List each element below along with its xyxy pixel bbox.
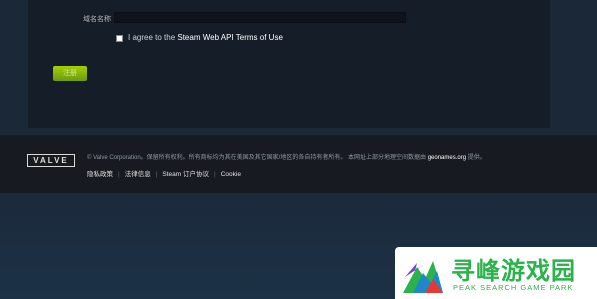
agree-checkbox[interactable] [116,35,123,42]
watermark-subtitle: PEAK SEARCH GAME PARK [453,283,574,292]
footer: VALVE © Valve Corporation。保留所有权利。所有商标均为其… [0,135,597,193]
agree-prefix: I agree to the [128,33,178,42]
legal-link[interactable]: 法律信息 [125,171,151,178]
separator: | [118,171,120,178]
agree-text: I agree to the Steam Web API Terms of Us… [128,33,283,42]
separator: | [214,171,216,178]
subscriber-agreement-link[interactable]: Steam 订户协议 [162,171,209,178]
cookie-link[interactable]: Cookie [221,171,241,178]
copyright-text: © Valve Corporation。保留所有权利。所有商标均为其在美国及其它… [87,152,587,161]
watermark: 寻峰游戏园 PEAK SEARCH GAME PARK [395,247,597,299]
separator: | [155,171,158,178]
mountain-logo-icon [403,261,443,293]
copyright-main: © Valve Corporation。保留所有权利。所有商标均为其在美国及其它… [87,155,428,161]
valve-logo[interactable]: VALVE [27,154,75,167]
domain-input[interactable] [114,12,406,23]
copyright-suffix: 提供。 [466,155,486,161]
terms-link[interactable]: Steam Web API Terms of Use [177,33,283,42]
watermark-title: 寻峰游戏园 [451,258,576,285]
privacy-link[interactable]: 隐私政策 [87,171,113,178]
domain-label: 域名名称 [83,16,111,23]
geonames-link[interactable]: geonames.org [428,155,466,161]
register-button[interactable]: 注册 [53,66,87,81]
footer-links: 隐私政策 | 法律信息 | Steam 订户协议 | Cookie [87,168,241,178]
